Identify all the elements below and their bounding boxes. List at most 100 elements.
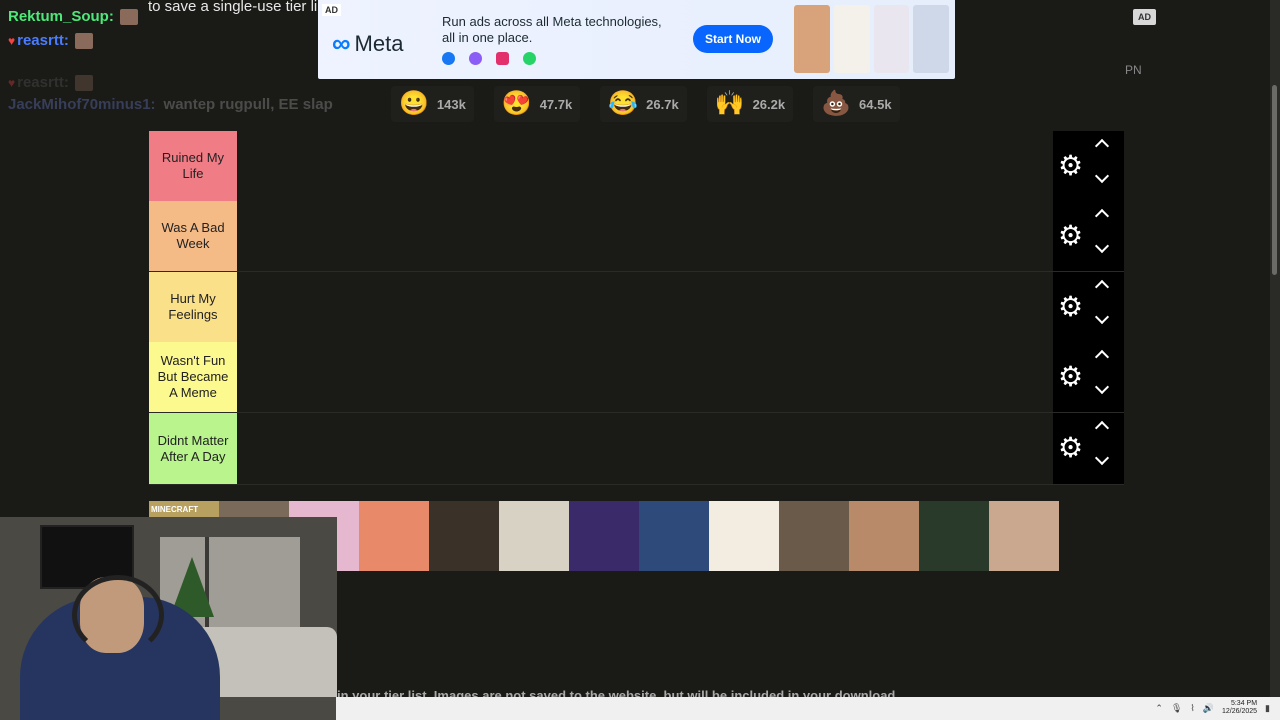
tier-controls: ⚙ [1053,272,1124,342]
chevron-up-icon[interactable] [1094,420,1110,436]
wifi-icon[interactable]: ⌇ [1190,703,1194,714]
ad-image [873,5,910,73]
reaction-count: 26.2k [752,96,786,112]
chat-line: JackMihof70minus1: wantep rugpull, EE sl… [8,96,333,113]
tier-row: Wasn't Fun But Became A Meme ⚙ [149,342,1124,413]
reactions-bar: 😀 143k 😍 47.7k 😂 26.7k 🙌 26.2k 💩 64.5k [391,86,900,122]
ad-image [913,5,949,73]
chevron-up-icon[interactable]: ⌃ [1155,703,1163,714]
volume-icon[interactable]: 🔊 [1203,703,1214,714]
ad-image [794,5,830,73]
pool-image[interactable] [779,501,849,571]
gear-icon[interactable]: ⚙ [1058,293,1083,321]
poop-emoji-icon: 💩 [821,90,852,117]
tier-row: Was A Bad Week ⚙ [149,201,1124,272]
laughing-emoji-icon: 😂 [608,90,639,117]
tier-drop-zone[interactable] [237,201,1053,271]
chevron-up-icon[interactable] [1094,208,1110,224]
notification-icon[interactable]: ▮ [1265,703,1270,714]
chevron-up-icon[interactable] [1094,138,1110,154]
tier-drop-zone[interactable] [237,342,1053,412]
badge-icon: ♥ [8,75,16,90]
reaction-count: 143k [436,96,466,112]
chat-username: reasrtt: [17,32,69,49]
reaction-count: 64.5k [859,96,892,112]
gear-icon[interactable]: ⚙ [1058,434,1083,462]
meta-ad-banner[interactable]: AD ∞ Meta Run ads across all Meta techno… [318,0,955,79]
reaction-button[interactable]: 😂 26.7k [600,86,687,122]
reaction-button[interactable]: 💩 64.5k [813,86,900,122]
ad-label: AD [322,4,341,16]
chevron-down-icon[interactable] [1094,309,1110,325]
pool-image[interactable] [639,501,709,571]
page-intro-text: to save a single-use tier li [148,0,318,15]
whatsapp-icon [523,52,536,65]
emote-icon [119,8,138,25]
system-tray: ⌃ 🎙 ⌇ 🔊 5:34 PM 12/26/2025 ▮ [1155,700,1270,716]
tier-label[interactable]: Didnt Matter After A Day [149,413,237,484]
reaction-count: 47.7k [539,96,573,112]
tier-label[interactable]: Ruined My Life [149,131,237,201]
chevron-down-icon[interactable] [1094,168,1110,184]
tier-controls: ⚙ [1053,131,1124,201]
emote-icon [74,74,93,91]
tier-label[interactable]: Wasn't Fun But Became A Meme [149,342,237,412]
page-scrollbar[interactable] [1270,0,1280,697]
pool-image[interactable] [569,501,639,571]
reaction-button[interactable]: 😀 143k [391,86,474,122]
gear-icon[interactable]: ⚙ [1058,152,1083,180]
chevron-down-icon[interactable] [1094,238,1110,254]
chevron-down-icon[interactable] [1094,450,1110,466]
ad-headline: Run ads across all Meta technologies, al… [442,14,672,46]
pool-image[interactable] [429,501,499,571]
tier-controls: ⚙ [1053,201,1124,271]
emote-icon [74,32,93,49]
tier-controls: ⚙ [1053,413,1124,484]
tier-list: Ruined My Life ⚙ Was A Bad Week ⚙ Hurt M… [149,131,1124,485]
chat-line: ♥ reasrtt: [8,32,93,49]
facebook-icon [442,52,455,65]
ad-side-badge: AD [1133,9,1156,25]
pn-label: PN [1125,63,1142,77]
chat-username: Rektum_Soup: [8,8,114,25]
pool-image[interactable] [359,501,429,571]
badge-icon: ♥ [8,33,16,48]
tier-label[interactable]: Was A Bad Week [149,201,237,271]
heart-eyes-emoji-icon: 😍 [501,90,532,117]
chevron-down-icon[interactable] [1094,379,1110,395]
chevron-up-icon[interactable] [1094,279,1110,295]
pool-image[interactable] [989,501,1059,571]
start-now-button[interactable]: Start Now [693,25,774,53]
chevron-up-icon[interactable] [1094,349,1110,365]
chat-line: Rektum_Soup: [8,8,138,25]
chat-username: JackMihof70minus1: [8,96,156,113]
gear-icon[interactable]: ⚙ [1058,222,1083,250]
tier-drop-zone[interactable] [237,272,1053,342]
instagram-icon [496,52,509,65]
gear-icon[interactable]: ⚙ [1058,363,1083,391]
grin-emoji-icon: 😀 [399,90,429,117]
meta-logo: ∞ Meta [332,28,403,59]
pool-image[interactable] [709,501,779,571]
pool-image[interactable] [499,501,569,571]
messenger-icon [469,52,482,65]
tier-drop-zone[interactable] [237,413,1053,484]
tier-drop-zone[interactable] [237,131,1053,201]
scrollbar-thumb[interactable] [1272,85,1277,275]
pool-image[interactable] [919,501,989,571]
tier-row: Hurt My Feelings ⚙ [149,272,1124,343]
tier-label[interactable]: Hurt My Feelings [149,272,237,342]
chat-line: ♥ reasrtt: [8,74,93,91]
clock[interactable]: 5:34 PM 12/26/2025 [1222,700,1257,716]
meta-brand-text: Meta [354,30,404,56]
taskbar: ⌃ 🎙 ⌇ 🔊 5:34 PM 12/26/2025 ▮ [336,697,1280,720]
microphone-icon[interactable]: 🎙 [1171,703,1182,714]
tier-row: Ruined My Life ⚙ [149,131,1124,202]
ad-headline-line: all in one place. [442,30,533,45]
reaction-button[interactable]: 🙌 26.2k [706,86,794,122]
pool-image-caption: MINECRAFT [151,505,199,514]
ad-social-icons [442,52,536,65]
ad-images [794,5,949,73]
pool-image[interactable] [849,501,919,571]
reaction-button[interactable]: 😍 47.7k [493,86,581,122]
